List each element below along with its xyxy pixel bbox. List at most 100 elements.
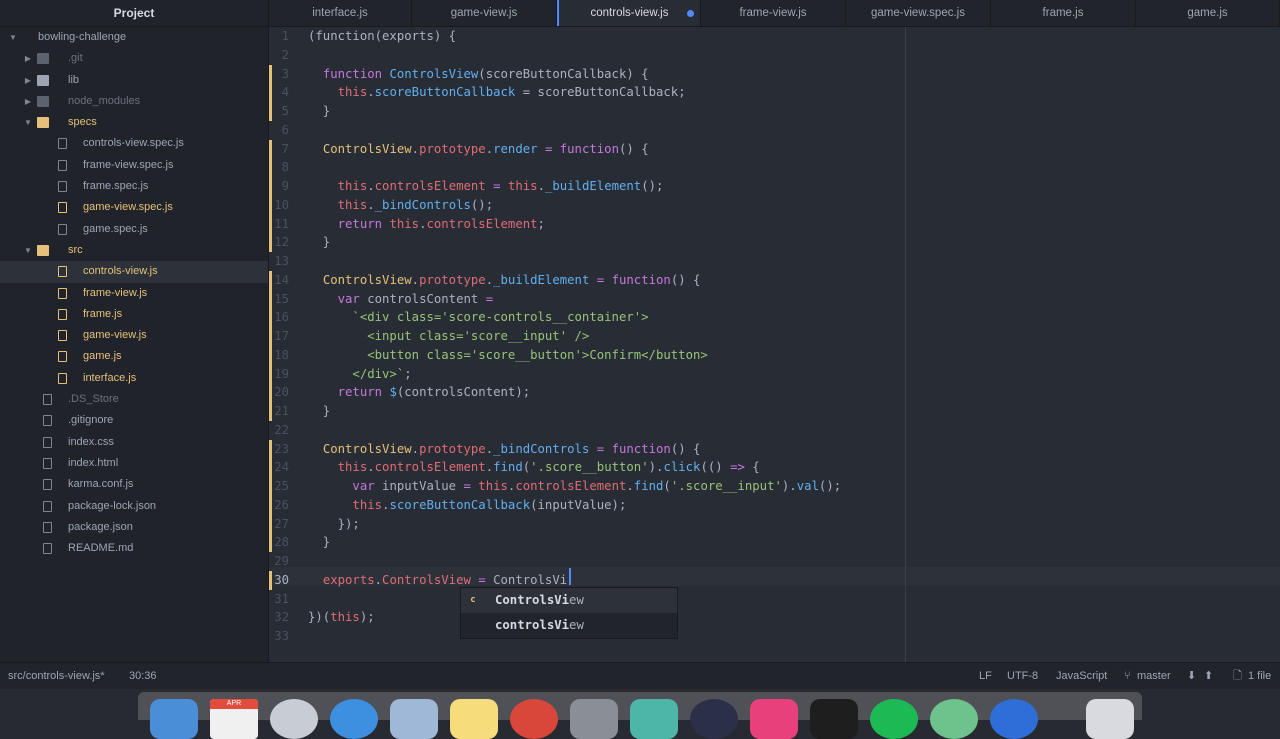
text-editor[interactable]: 1 (function(exports) {2 3 function Control… [269,27,1280,662]
tab-frame-js[interactable]: frame.js [991,0,1136,26]
safari-icon[interactable] [330,699,378,739]
terminal-icon[interactable] [810,699,858,739]
atom-icon[interactable] [690,699,738,739]
tab-label: interface.js [312,7,368,19]
token: _bindControls [374,197,471,212]
status-grammar[interactable]: JavaScript [1056,663,1107,689]
tree-view: Project ▼ bowling-challenge ▶ .git ▶ lib ▶ node… [0,0,269,662]
tree-file[interactable]: README.md [0,538,268,559]
line-text: })(this); [308,608,375,627]
tree-item-label: .DS_Store [68,393,119,406]
tab-label: game-view.spec.js [871,7,965,19]
intellij-icon[interactable] [750,699,798,739]
line-number: 32 [274,610,289,625]
mail-icon[interactable] [390,699,438,739]
tab-controls-view-js[interactable]: controls-view.js [557,0,701,26]
status-branch[interactable]: master [1137,663,1171,689]
tab-frame-view-js[interactable]: frame-view.js [701,0,846,26]
trash-icon[interactable] [1086,699,1134,739]
tree-file[interactable]: .DS_Store [0,389,268,410]
atom-green-icon[interactable] [930,699,978,739]
file-icon [43,543,52,555]
tree-file[interactable]: frame.js [0,304,268,325]
tree-folder[interactable]: ▶ lib [0,70,268,91]
tree-file[interactable]: game-view.js [0,325,268,346]
autocomplete-item[interactable]: controlsView [461,613,677,638]
tree-file[interactable]: controls-view.js [0,261,268,283]
autocomplete-match: controlsVi [495,618,570,632]
tree-file[interactable]: game.js [0,346,268,367]
tree-item-label: index.css [68,435,114,448]
tree-file[interactable]: index.html [0,453,268,474]
status-cursor-position[interactable]: 30:36 [129,663,157,689]
tab-bar: interface.js game-view.js controls-view.js… [269,0,1280,27]
browser-icon[interactable] [990,699,1038,739]
tree-folder[interactable]: ▶ .git [0,48,268,69]
chrome-icon[interactable] [510,699,558,739]
token: = scoreButtonCallback; [515,85,686,100]
chevron-down-icon[interactable]: ▼ [8,27,18,48]
notes-icon[interactable] [450,699,498,739]
tree-file[interactable]: frame.spec.js [0,176,268,197]
tab-interface-js[interactable]: interface.js [269,0,412,26]
tree-file[interactable]: interface.js [0,368,268,389]
token: val [796,479,819,493]
line-number: 9 [281,179,289,193]
tree-item-label: game.spec.js [83,222,148,235]
tree-folder[interactable]: ▼ specs [0,112,268,133]
spotify-icon[interactable] [870,699,918,739]
tree-file[interactable]: game.spec.js [0,219,268,240]
tree-folder[interactable]: ▼ src [0,240,268,261]
tab-game-js[interactable]: game.js [1136,0,1280,26]
file-icon [58,266,67,278]
system-preferences-icon[interactable] [570,699,618,739]
token: this [337,197,368,212]
status-file-path[interactable]: src/controls-view.js* [8,663,105,689]
code-line: 27 }); [269,515,1280,534]
tree-item-label: frame-view.js [83,286,148,299]
token: . [537,179,545,193]
line-number: 12 [274,235,289,250]
tree-folder[interactable]: ▼ bowling-challenge [0,27,268,48]
tree-item-label: .gitignore [68,414,114,427]
tree-folder[interactable]: ▶ node_modules [0,91,268,112]
chevron-right-icon[interactable]: ▶ [23,48,33,69]
code-line: 4 this.scoreButtonCallback = scoreButton… [269,83,1280,102]
line-number: 3 [281,66,289,81]
tree-item-label: src [68,243,83,256]
tree-file[interactable]: package-lock.json [0,496,268,517]
push-up-icon[interactable]: ⬆ [1204,663,1213,689]
tree-file[interactable]: controls-view.spec.js [0,133,268,154]
tree-file[interactable]: game-view.spec.js [0,197,268,218]
slack-icon[interactable] [630,699,678,739]
tree-file[interactable]: frame-view.spec.js [0,155,268,176]
chevron-down-icon[interactable]: ▼ [23,112,33,133]
tree-file[interactable]: frame-view.js [0,283,268,304]
line-number: 18 [274,347,289,362]
launchpad-icon[interactable] [270,699,318,739]
finder-icon[interactable] [150,699,198,739]
tree-item-label: node_modules [68,94,141,107]
tab-game-view-js[interactable]: game-view.js [412,0,557,26]
fetch-down-icon[interactable]: ⬇ [1187,663,1196,689]
token: this [330,610,360,625]
chevron-down-icon[interactable]: ▼ [23,240,33,261]
git-file-icon: 🗋 [1233,670,1242,682]
token: . [626,479,634,493]
autocomplete-item[interactable]: c ControlsView [461,588,677,613]
chevron-right-icon[interactable]: ▶ [23,91,33,112]
tab-game-view-spec-js[interactable]: game-view.spec.js [846,0,991,26]
tree-file[interactable]: karma.conf.js [0,474,268,495]
tree-file[interactable]: index.css [0,432,268,453]
tree-file[interactable]: .gitignore [0,410,268,431]
token: (); [818,479,842,493]
status-git-changes[interactable]: 1 file [1248,663,1271,689]
tree-file[interactable]: package.json [0,517,268,538]
calendar-icon[interactable]: APR [210,699,258,739]
status-encoding[interactable]: UTF-8 [1007,663,1038,689]
chevron-right-icon[interactable]: ▶ [23,70,33,91]
status-line-ending[interactable]: LF [979,663,992,689]
token: find [493,460,523,475]
